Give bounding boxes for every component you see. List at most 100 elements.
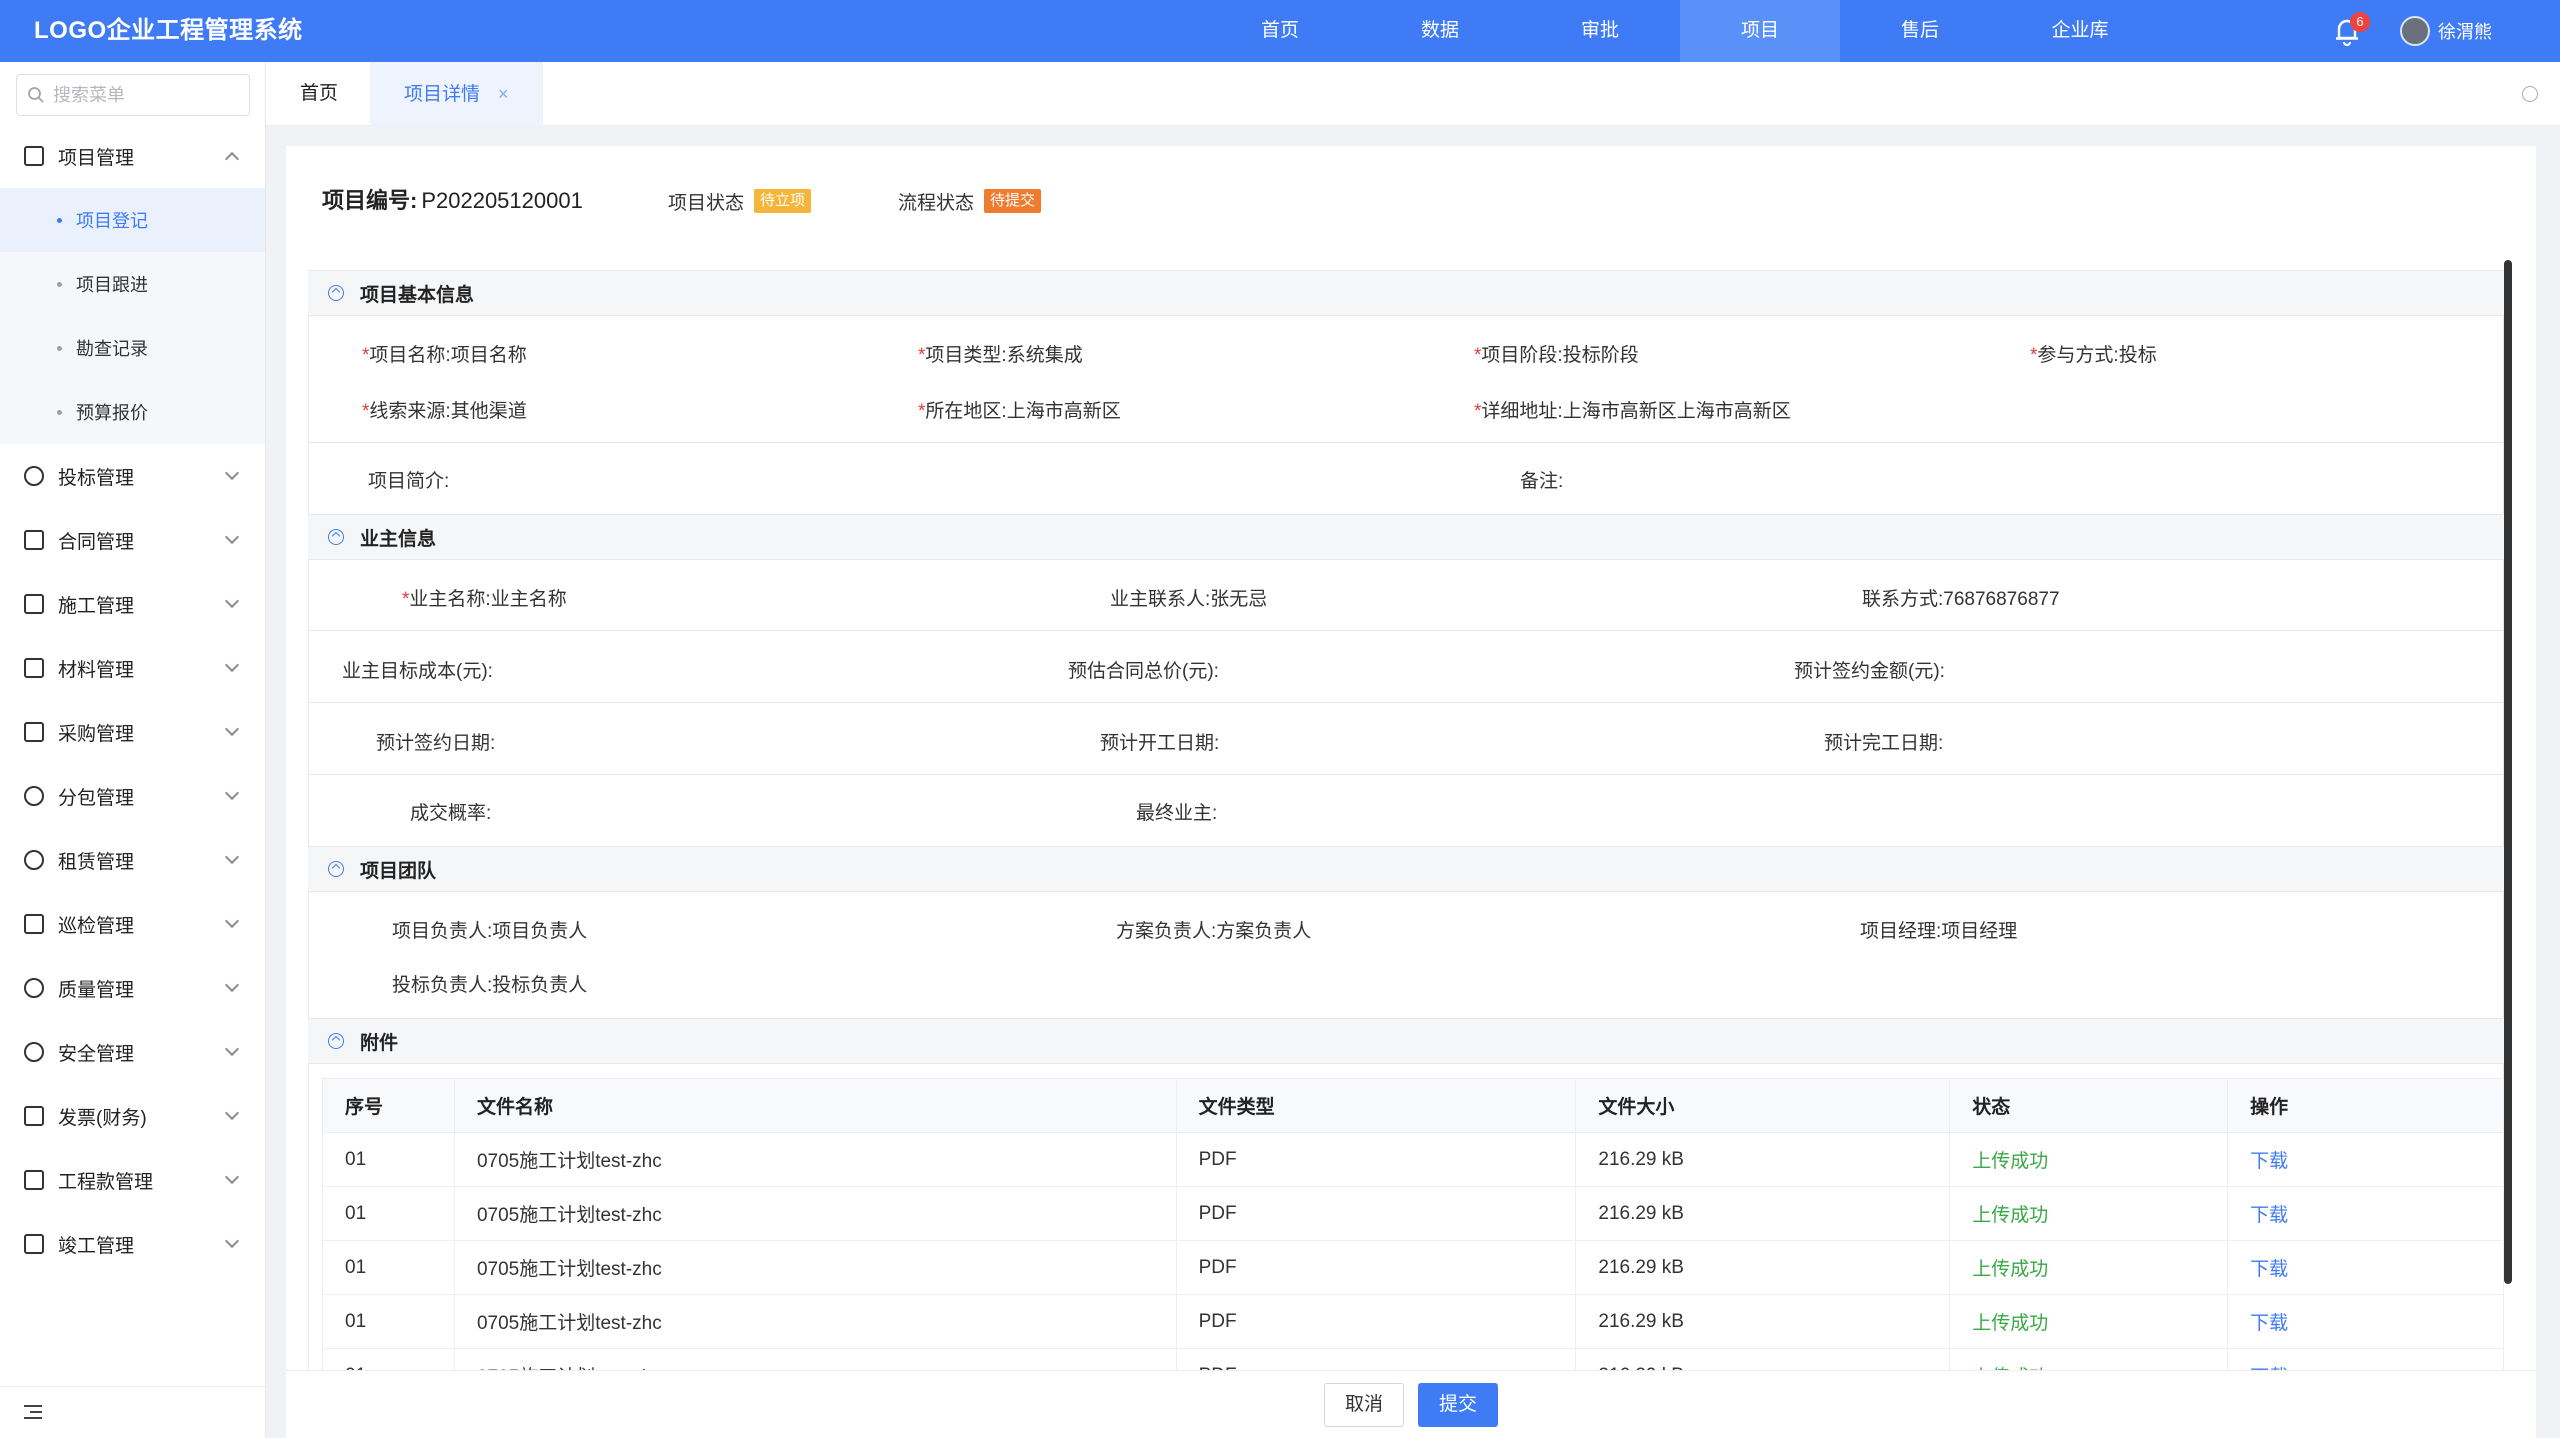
section-owner-info[interactable]: 业主信息 xyxy=(308,514,2504,560)
field-project-leader: 项目负责人:项目负责人 xyxy=(392,921,588,942)
topnav-approval[interactable]: 审批 xyxy=(1520,0,1680,62)
tab-project-detail[interactable]: 项目详情 × xyxy=(370,62,543,126)
section-project-team[interactable]: 项目团队 xyxy=(308,846,2504,892)
field-participation: *参与方式:投标 xyxy=(2030,345,2157,366)
sidebar-subitem-budget-quote[interactable]: 预算报价 xyxy=(0,380,265,444)
field-lead-source: *线索来源:其他渠道 xyxy=(362,401,527,422)
topnav-home[interactable]: 首页 xyxy=(1200,0,1360,62)
download-link[interactable]: 下载 xyxy=(2227,1240,2504,1295)
field-plan-leader: 方案负责人:方案负责人 xyxy=(1116,921,1312,942)
notification-button[interactable]: 6 xyxy=(2330,12,2370,48)
download-link[interactable]: 下载 xyxy=(2227,1132,2504,1187)
chevron-up-icon xyxy=(224,151,240,167)
section-attachments[interactable]: 附件 xyxy=(308,1018,2504,1064)
field-est-contract-price: 预估合同总价(元): xyxy=(1068,661,1219,682)
field-est-sign-date: 预计签约日期: xyxy=(376,733,496,754)
sidebar-item-materials[interactable]: 材料管理 xyxy=(0,636,265,700)
close-icon[interactable]: × xyxy=(498,84,509,104)
sidebar-subitem-survey-records[interactable]: 勘查记录 xyxy=(0,316,265,380)
sidebar-item-quality[interactable]: 质量管理 xyxy=(0,956,265,1020)
sidebar-menu: 项目管理 项目登记 项目跟进 勘查记录 预算报价 投标管理 合同管理 施工管理 … xyxy=(0,124,265,1276)
chevron-down-icon xyxy=(224,1105,240,1121)
field-owner-name: *业主名称:业主名称 xyxy=(402,589,567,610)
field-owner-phone: 联系方式:76876876877 xyxy=(1862,589,2060,610)
divider xyxy=(308,442,2504,443)
collapse-toggle-icon xyxy=(328,1033,344,1049)
sidebar-item-bidding[interactable]: 投标管理 xyxy=(0,444,265,508)
tab-home[interactable]: 首页 xyxy=(266,62,372,126)
download-link[interactable]: 下载 xyxy=(2227,1186,2504,1241)
chevron-down-icon xyxy=(224,849,240,865)
status-badge: 待立项 xyxy=(754,189,812,213)
submit-button[interactable]: 提交 xyxy=(1418,1383,1499,1427)
search-input[interactable] xyxy=(51,83,241,107)
sidebar-item-subcontract[interactable]: 分包管理 xyxy=(0,764,265,828)
field-remark: 备注: xyxy=(1520,471,1564,492)
project-status: 项目状态 待立项 xyxy=(668,146,812,256)
column-header: 文件名称 xyxy=(453,1078,1177,1133)
chevron-down-icon xyxy=(224,785,240,801)
tab-bar: 首页 项目详情 × xyxy=(266,62,2560,126)
user-name: 徐渭熊 xyxy=(2438,22,2492,42)
app-title: LOGO企业工程管理系统 xyxy=(34,17,303,44)
menu-fold-icon xyxy=(24,1405,42,1419)
field-address: *详细地址:上海市高新区上海市高新区 xyxy=(1474,401,1791,422)
sidebar-item-leasing[interactable]: 租赁管理 xyxy=(0,828,265,892)
column-header: 序号 xyxy=(322,1078,455,1133)
tab-label: 项目详情 xyxy=(404,84,481,105)
divider xyxy=(308,774,2504,775)
flow-status-label: 流程状态 xyxy=(898,192,975,214)
section-title: 附件 xyxy=(360,1032,399,1054)
field-project-name: *项目名称:项目名称 xyxy=(362,345,527,366)
sidebar-item-completion[interactable]: 竣工管理 xyxy=(0,1212,265,1276)
purchase-icon xyxy=(24,722,44,742)
download-link[interactable]: 下载 xyxy=(2227,1348,2504,1370)
sidebar-subitem-project-registration[interactable]: 项目登记 xyxy=(0,188,265,252)
topnav-project[interactable]: 项目 xyxy=(1680,0,1840,62)
field-project-intro: 项目简介: xyxy=(368,471,450,492)
field-deal-probability: 成交概率: xyxy=(410,803,492,824)
topnav-after-sales[interactable]: 售后 xyxy=(1840,0,2000,62)
sidebar-item-label: 项目管理 xyxy=(58,147,135,169)
sidebar-item-construction[interactable]: 施工管理 xyxy=(0,572,265,636)
field-est-start-date: 预计开工日期: xyxy=(1100,733,1220,754)
column-header: 文件大小 xyxy=(1575,1078,1951,1133)
user-menu[interactable]: 徐渭熊 xyxy=(2400,0,2492,62)
status-badge: 待提交 xyxy=(984,189,1042,213)
section-basic-info[interactable]: 项目基本信息 xyxy=(308,270,2504,316)
topnav-data[interactable]: 数据 xyxy=(1360,0,1520,62)
table-row: 010705施工计划test-zhcPDF216.29 kB上传成功下载 xyxy=(322,1294,2504,1349)
sidebar-item-invoice[interactable]: 发票(财务) xyxy=(0,1084,265,1148)
menu-search[interactable] xyxy=(16,74,250,116)
sidebar-item-inspection[interactable]: 巡检管理 xyxy=(0,892,265,956)
topnav-enterprise-library[interactable]: 企业库 xyxy=(2000,0,2160,62)
form-footer: 取消 提交 xyxy=(286,1370,2536,1438)
sidebar-item-purchasing[interactable]: 采购管理 xyxy=(0,700,265,764)
field-final-owner: 最终业主: xyxy=(1136,803,1218,824)
project-submenu: 项目登记 项目跟进 勘查记录 预算报价 xyxy=(0,188,265,444)
sidebar-item-project-management[interactable]: 项目管理 xyxy=(0,124,265,188)
divider xyxy=(308,630,2504,631)
tab-options-icon[interactable] xyxy=(2522,86,2538,102)
sidebar-item-contract[interactable]: 合同管理 xyxy=(0,508,265,572)
project-number: 项目编号: P202205120001 xyxy=(322,146,583,256)
collapse-toggle-icon xyxy=(328,529,344,545)
field-project-type: *项目类型:系统集成 xyxy=(918,345,1083,366)
sidebar-subitem-project-follow[interactable]: 项目跟进 xyxy=(0,252,265,316)
chevron-down-icon xyxy=(224,1169,240,1185)
content-scrollbar[interactable] xyxy=(2504,260,2512,1284)
field-est-sign-amount: 预计签约金额(元): xyxy=(1794,661,1945,682)
sidebar-item-safety[interactable]: 安全管理 xyxy=(0,1020,265,1084)
chevron-down-icon xyxy=(224,1041,240,1057)
field-project-stage: *项目阶段:投标阶段 xyxy=(1474,345,1639,366)
sidebar-item-payment[interactable]: 工程款管理 xyxy=(0,1148,265,1212)
upload-status: 上传成功 xyxy=(1949,1240,2229,1295)
cancel-button[interactable]: 取消 xyxy=(1324,1383,1405,1427)
avatar xyxy=(2400,16,2430,46)
attachments-table: 序号 文件名称 文件类型 文件大小 状态 操作 01 0705施工计划test-z… xyxy=(322,1078,2504,1370)
table-row: 010705施工计划test-zhcPDF216.29 kB上传成功下载 xyxy=(322,1132,2504,1187)
sidebar-collapse-button[interactable] xyxy=(0,1386,265,1438)
field-owner-target-cost: 业主目标成本(元): xyxy=(342,661,493,682)
share-icon xyxy=(24,786,44,806)
download-link[interactable]: 下载 xyxy=(2227,1294,2504,1349)
